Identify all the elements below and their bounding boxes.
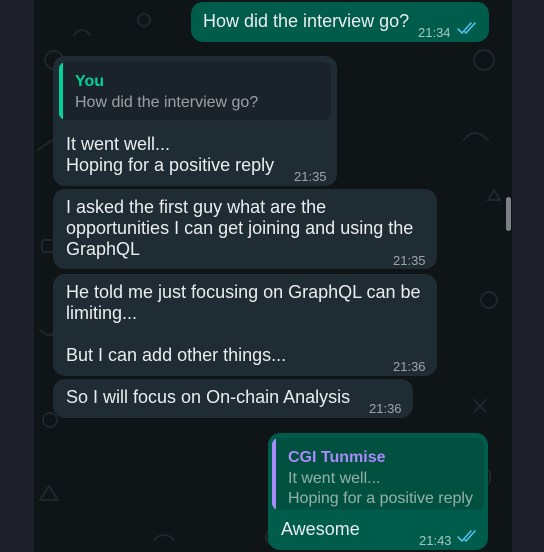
quote-accent-bar bbox=[272, 438, 276, 510]
quote-author: You bbox=[75, 73, 105, 90]
message-text: Awesome bbox=[281, 519, 360, 539]
right-background-strip bbox=[512, 0, 544, 552]
message-text: It went well... Hoping for a positive re… bbox=[66, 134, 275, 175]
incoming-message-bubble[interactable]: You How did the interview go? It went we… bbox=[53, 56, 337, 186]
message-timestamp: 21:36 bbox=[369, 401, 402, 416]
quoted-message[interactable]: You How did the interview go? bbox=[59, 62, 331, 120]
message-timestamp: 21:43 bbox=[419, 533, 452, 548]
message-timestamp: 21:35 bbox=[393, 253, 426, 268]
message-timestamp: 21:35 bbox=[294, 169, 327, 184]
message-text: I asked the first guy what are the oppor… bbox=[66, 197, 414, 259]
incoming-message-bubble[interactable]: So I will focus on On-chain Analysis 21:… bbox=[53, 379, 413, 418]
quote-author: CGI Tunmise bbox=[288, 449, 386, 466]
outgoing-message-bubble[interactable]: How did the interview go? 21:34 bbox=[191, 2, 489, 42]
quote-accent-bar bbox=[59, 62, 63, 120]
message-timestamp: 21:36 bbox=[393, 359, 426, 374]
read-receipt-double-check-icon bbox=[457, 22, 476, 34]
incoming-message-bubble[interactable]: I asked the first guy what are the oppor… bbox=[53, 189, 437, 269]
message-text: So I will focus on On-chain Analysis bbox=[66, 387, 351, 407]
message-text: How did the interview go? bbox=[203, 11, 410, 31]
quote-text: It went well... Hoping for a positive re… bbox=[288, 470, 473, 507]
quoted-message[interactable]: CGI Tunmise It went well... Hoping for a… bbox=[272, 438, 484, 510]
read-receipt-double-check-icon bbox=[457, 530, 476, 542]
left-background-strip bbox=[0, 0, 34, 552]
outgoing-message-bubble[interactable]: CGI Tunmise It went well... Hoping for a… bbox=[268, 433, 488, 550]
message-text: He told me just focusing on GraphQL can … bbox=[66, 282, 421, 365]
incoming-message-bubble[interactable]: He told me just focusing on GraphQL can … bbox=[53, 274, 437, 376]
message-timestamp: 21:34 bbox=[418, 25, 451, 40]
quote-text: How did the interview go? bbox=[75, 94, 259, 111]
chat-message-area[interactable]: How did the interview go? 21:34 You How … bbox=[34, 0, 512, 552]
chat-scrollbar[interactable] bbox=[506, 197, 511, 231]
